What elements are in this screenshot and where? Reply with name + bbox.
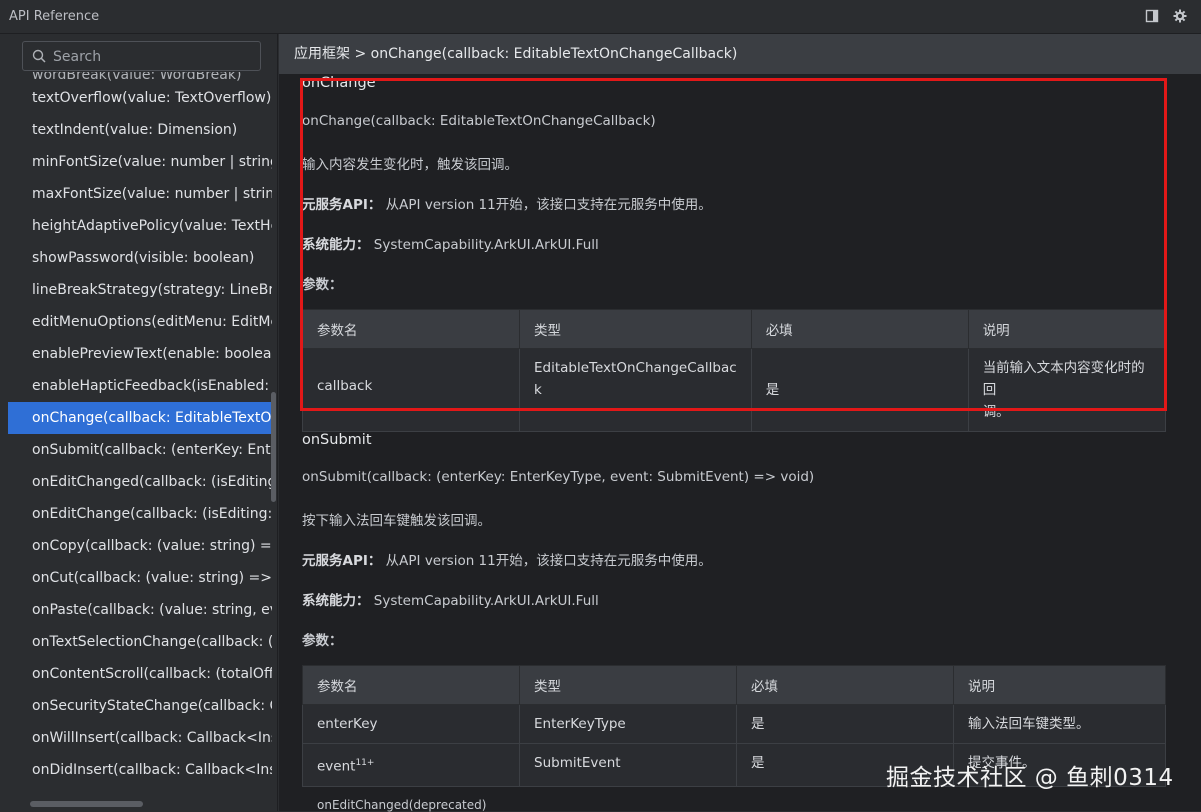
sidebar-item-onsubmit[interactable]: onSubmit(callback: (enterKey: EnterKey [8,434,272,466]
sidebar-item-oneditchange[interactable]: onEditChange(callback: (isEditing: boole [8,498,272,530]
table-row: callback EditableTextOnChangeCallbac k 是… [302,348,1167,432]
sidebar-item-oncopy[interactable]: onCopy(callback: (value: string) => voic [8,530,272,562]
onsubmit-meta-label: 元服务API： [302,553,382,569]
param-type: SubmitEvent [519,743,737,787]
sidebar-item-onpaste[interactable]: onPaste(callback: (value: string, event:… [8,594,272,626]
sidebar-item-textindent[interactable]: textIndent(value: Dimension) [8,114,272,146]
breadcrumb: 应用框架 > onChange(callback: EditableTextOn… [279,34,1201,74]
onsubmit-description: 按下输入法回车键触发该回调。 [302,513,491,529]
sidebar-item-heightadaptivepolicy[interactable]: heightAdaptivePolicy(value: TextHeight [8,210,272,242]
param-type: EditableTextOnChangeCallbac k [519,348,752,432]
search-icon [32,49,46,63]
api-sidebar: wordBreak(value: WordBreak) textOverflow… [0,34,278,811]
onchange-syscap-value: SystemCapability.ArkUI.ArkUI.Full [373,237,599,253]
window-title: API Reference [9,9,100,24]
param-type: EnterKeyType [519,704,737,744]
sidebar-item-minfontsize[interactable]: minFontSize(value: number | string | Re [8,146,272,178]
onchange-params-table: 参数名 类型 必填 说明 callback EditableTextOnChan… [302,309,1167,432]
param-name: enterKey [302,704,520,744]
param-desc: 输入法回车键类型。 [953,704,1166,744]
sidebar-item-onsecuritystatechange[interactable]: onSecurityStateChange(callback: Callba [8,690,272,722]
onsubmit-syscap-value: SystemCapability.ArkUI.ArkUI.Full [373,593,599,609]
sidebar-item-editmenuoptions[interactable]: editMenuOptions(editMenu: EditMenuO [8,306,272,338]
onchange-meta-value: 从API version 11开始，该接口支持在元服务中使用。 [385,197,712,213]
sidebar-item-onchange[interactable]: onChange(callback: EditableTextOnCha [8,402,272,434]
sidebar-vertical-scrollbar[interactable] [271,392,276,502]
table-header-row: 参数名 类型 必填 说明 [302,665,1166,705]
col-header-name: 参数名 [302,665,520,705]
col-header-required: 必填 [750,309,969,349]
onchange-signature: onChange(callback: EditableTextOnChangeC… [302,113,656,129]
sidebar-item-ondidinsert[interactable]: onDidInsert(callback: Callback<InsertVa [8,754,272,786]
param-desc: 当前输入文本内容变化时的回 调。 [967,348,1167,432]
col-header-desc: 说明 [967,309,1167,349]
onchange-meta-line: 元服务API： 从API version 11开始，该接口支持在元服务中使用。 [302,193,712,213]
panel-layout-icon[interactable] [1145,9,1159,23]
sidebar-item-linebreakstrategy[interactable]: lineBreakStrategy(strategy: LineBreakSt [8,274,272,306]
sidebar-item-wordbreak[interactable]: wordBreak(value: WordBreak) [8,72,272,82]
sidebar-item-enablehapticfeedback[interactable]: enableHapticFeedback(isEnabled: boole [8,370,272,402]
onsubmit-syscap-line: 系统能力： SystemCapability.ArkUI.ArkUI.Full [302,589,599,609]
search-input[interactable] [51,46,255,68]
param-name: event [317,758,356,775]
sidebar-item-oncut[interactable]: onCut(callback: (value: string) => void) [8,562,272,594]
search-box[interactable] [22,41,261,71]
onchange-syscap-line: 系统能力： SystemCapability.ArkUI.ArkUI.Full [302,233,599,253]
sidebar-horizontal-scrollbar[interactable] [30,801,143,807]
param-required: 是 [736,704,954,744]
param-version-sup: 11+ [355,758,375,768]
onchange-meta-label: 元服务API： [302,197,382,213]
sidebar-item-oncontentscroll[interactable]: onContentScroll(callback: (totalOffsetX: [8,658,272,690]
onchange-params-label: 参数： [302,277,343,293]
doc-content-pane: 应用框架 > onChange(callback: EditableTextOn… [279,34,1201,811]
title-bar: API Reference [0,0,1201,34]
onchange-heading: onChange [302,75,376,91]
sidebar-item-textoverflow[interactable]: textOverflow(value: TextOverflow) [8,82,272,114]
onchange-description: 输入内容发生变化时，触发该回调。 [302,157,518,173]
onsubmit-signature: onSubmit(callback: (enterKey: EnterKeyTy… [302,469,815,485]
api-nav-list: wordBreak(value: WordBreak) textOverflow… [8,72,272,802]
table-header-row: 参数名 类型 必填 说明 [302,309,1167,349]
sidebar-item-maxfontsize[interactable]: maxFontSize(value: number | string | Re [8,178,272,210]
sidebar-item-showpassword[interactable]: showPassword(visible: boolean) [8,242,272,274]
sidebar-item-ontextselectionchange[interactable]: onTextSelectionChange(callback: (selec [8,626,272,658]
col-header-name: 参数名 [302,309,520,349]
sidebar-item-onwillinsert[interactable]: onWillInsert(callback: Callback<InsertVa [8,722,272,754]
col-header-desc: 说明 [953,665,1166,705]
col-header-type: 类型 [519,665,737,705]
title-bar-actions [1145,9,1187,23]
onsubmit-params-label: 参数： [302,633,343,649]
param-required: 是 [750,348,969,432]
sidebar-item-enablepreviewtext[interactable]: enablePreviewText(enable: boolean) [8,338,272,370]
next-heading-partial: onEditChanged(deprecated) [317,798,487,812]
col-header-type: 类型 [519,309,752,349]
watermark: 掘金技术社区 @ 鱼刺0314 [886,765,1174,791]
col-header-required: 必填 [736,665,954,705]
gear-icon[interactable] [1173,9,1187,23]
onsubmit-meta-value: 从API version 11开始，该接口支持在元服务中使用。 [385,553,712,569]
sidebar-item-oneditchanged[interactable]: onEditChanged(callback: (isEditing: boo [8,466,272,498]
onsubmit-syscap-label: 系统能力： [302,593,370,609]
onchange-syscap-label: 系统能力： [302,237,370,253]
onsubmit-meta-line: 元服务API： 从API version 11开始，该接口支持在元服务中使用。 [302,549,712,569]
onsubmit-heading: onSubmit [302,432,372,448]
table-row: enterKey EnterKeyType 是 输入法回车键类型。 [302,704,1166,744]
param-name: callback [302,348,520,432]
param-name-cell: event11+ [302,743,520,787]
